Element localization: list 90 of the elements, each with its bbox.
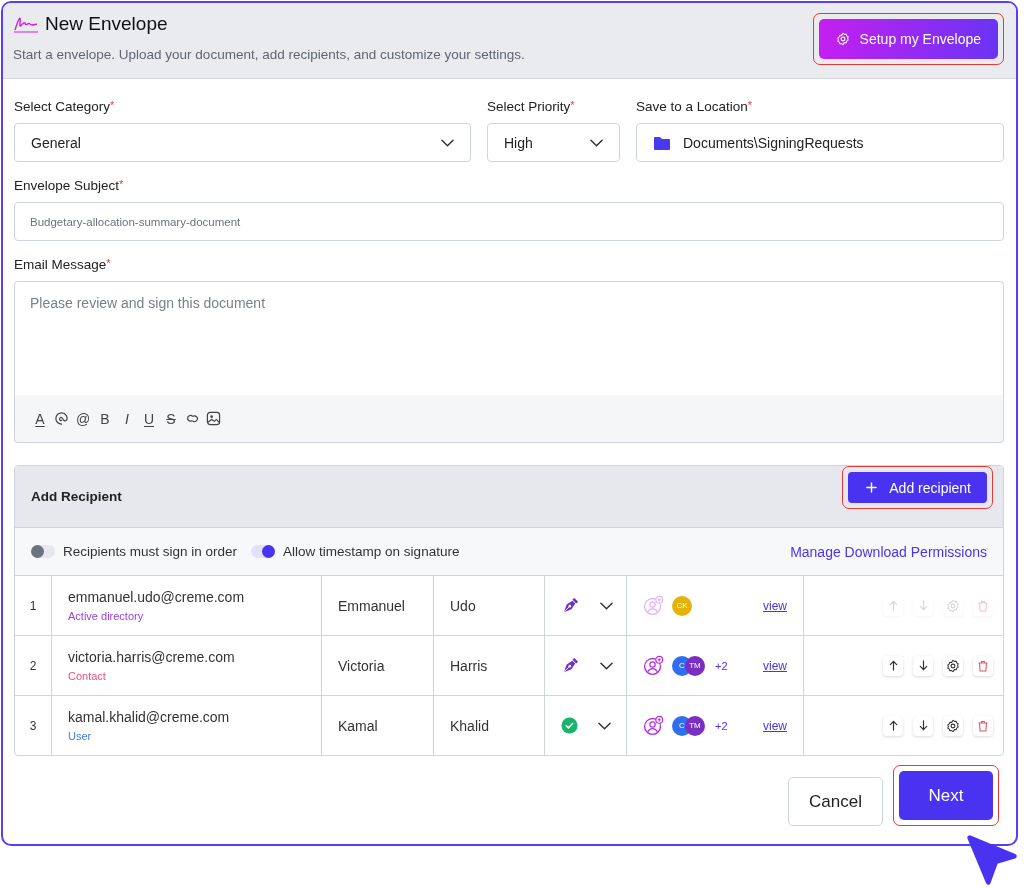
- user-add-icon[interactable]: [643, 715, 664, 736]
- email-text: kamal.khalid@creme.com: [68, 709, 230, 725]
- mention-button[interactable]: @: [75, 410, 91, 427]
- settings-icon: [946, 718, 960, 733]
- move-down-button[interactable]: [913, 655, 933, 676]
- user-add-icon[interactable]: [643, 655, 664, 676]
- trash-icon: [977, 719, 989, 732]
- source-tag: Contact: [68, 670, 106, 682]
- move-down-button[interactable]: [913, 715, 933, 736]
- required-mark: *: [119, 178, 124, 190]
- row-number: 3: [29, 718, 37, 733]
- message-field[interactable]: Please review and sign this document: [14, 281, 1004, 395]
- row-number: 1: [29, 598, 37, 613]
- underline-button[interactable]: U: [141, 410, 157, 427]
- last-name: Khalid: [450, 717, 489, 734]
- arrow-up-icon: [887, 720, 899, 731]
- folder-icon: [653, 135, 671, 150]
- required-mark: *: [110, 99, 115, 111]
- first-name: Kamal: [338, 717, 378, 734]
- field-label: Save to a Location: [636, 99, 748, 114]
- arrow-down-icon: [917, 600, 929, 611]
- move-up-button[interactable]: [883, 655, 903, 676]
- required-mark: *: [747, 99, 753, 113]
- delete-button[interactable]: [973, 715, 993, 736]
- pen-nib-icon: [561, 596, 580, 615]
- avatar: CK: [672, 595, 692, 616]
- check-circle-icon: [561, 717, 578, 734]
- chevron-down-icon: [590, 138, 603, 147]
- view-link[interactable]: view: [763, 658, 787, 673]
- permissions-link[interactable]: Manage Download Permissions: [790, 543, 987, 560]
- field-label: Email Message: [14, 257, 107, 272]
- setup-button[interactable]: Setup my Envelope: [818, 19, 998, 59]
- required-mark: *: [106, 257, 111, 269]
- chevron-down-icon: [600, 601, 613, 610]
- bold-button[interactable]: B: [97, 410, 113, 427]
- move-up-button[interactable]: [883, 715, 903, 736]
- page-title: New Envelope: [45, 13, 168, 35]
- source-tag: Active directory: [68, 610, 144, 622]
- avatar: TM: [685, 715, 705, 736]
- text-color-button[interactable]: A: [32, 410, 48, 427]
- pen-nib-icon: [561, 656, 580, 675]
- source-tag: User: [68, 730, 92, 742]
- avatar: TM: [685, 655, 705, 676]
- trash-icon: [977, 659, 989, 672]
- image-icon[interactable]: [206, 411, 221, 426]
- chevron-down-icon: [600, 661, 613, 670]
- row-number: 2: [29, 658, 37, 673]
- email-text: victoria.harris@creme.com: [68, 649, 235, 665]
- first-name: Victoria: [338, 657, 385, 674]
- last-name: Harris: [450, 657, 488, 674]
- next-button[interactable]: Next: [899, 771, 993, 820]
- toggle-switch[interactable]: [251, 545, 276, 558]
- chevron-down-icon: [441, 138, 454, 147]
- email-text: emmanuel.udo@creme.com: [68, 589, 245, 605]
- section-title: Add Recipient: [31, 489, 122, 504]
- arrow-up-icon: [887, 600, 899, 611]
- last-name: Udo: [450, 597, 476, 614]
- more-count: +2: [715, 659, 728, 672]
- more-count: +2: [715, 719, 728, 732]
- required-mark: *: [570, 99, 575, 111]
- field-label: Select Category: [14, 99, 111, 114]
- settings-button[interactable]: [943, 655, 963, 676]
- toggle-label: Recipients must sign in order: [63, 544, 238, 559]
- field-label: Select Priority: [487, 99, 571, 114]
- settings-icon: [946, 658, 960, 673]
- settings-icon: [946, 598, 960, 613]
- subject-field[interactable]: Budgetary-allocation-summary-document: [14, 202, 1004, 241]
- plus-icon: [866, 482, 878, 493]
- settings-button[interactable]: [943, 715, 963, 736]
- delete-button[interactable]: [973, 655, 993, 676]
- cancel-button[interactable]: Cancel: [788, 777, 883, 826]
- italic-button[interactable]: I: [119, 410, 135, 427]
- arrow-up-icon: [887, 660, 899, 671]
- field-label: Envelope Subject: [14, 178, 120, 193]
- toggle-switch[interactable]: [31, 545, 55, 558]
- chevron-down-icon: [598, 721, 611, 730]
- location-field[interactable]: Documents\SigningRequests: [636, 123, 1004, 162]
- settings-icon: [835, 32, 850, 46]
- arrow-down-icon: [917, 720, 929, 731]
- strikethrough-button[interactable]: S: [163, 410, 179, 427]
- first-name: Emmanuel: [338, 597, 405, 614]
- swirl-icon[interactable]: [54, 411, 69, 426]
- dropdown-field[interactable]: General: [14, 123, 471, 162]
- view-link[interactable]: view: [763, 718, 787, 733]
- trash-icon: [977, 599, 989, 612]
- toggle-label: Allow timestamp on signature: [283, 544, 460, 559]
- add-recipient-button[interactable]: Add recipient: [848, 472, 987, 503]
- dropdown-field[interactable]: High: [487, 123, 620, 162]
- arrow-down-icon: [917, 660, 929, 671]
- page-subtitle: Start a envelope. Upload your document, add recipients, and customize your settings.: [13, 47, 525, 62]
